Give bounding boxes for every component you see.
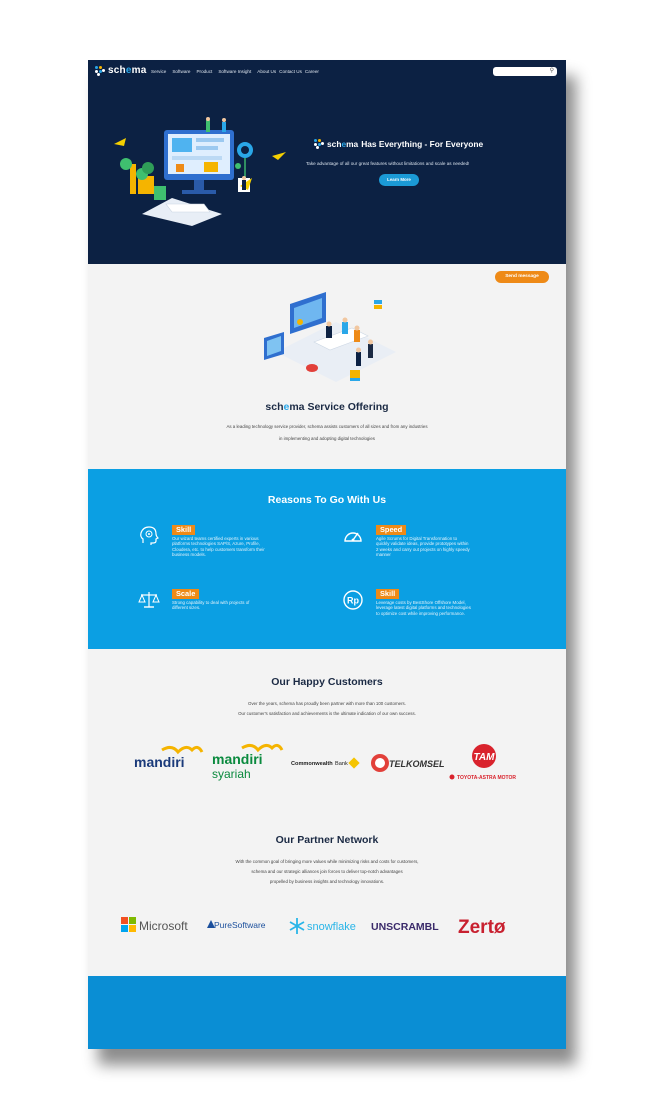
svg-text:Rp: Rp (347, 596, 359, 606)
reason-label: Scale (172, 589, 200, 599)
reason-description: Leverage costs by BestShore Offshore Mod… (376, 600, 471, 616)
customers-line2: Our customer's satisfaction and achievem… (238, 711, 416, 716)
svg-text:UNSCRAMBL: UNSCRAMBL (371, 921, 439, 933)
telkomsel-logo: TELKOMSEL (371, 754, 445, 772)
partners-line2: schema and our strategic alliances join … (251, 869, 403, 874)
nav-item-career[interactable]: Career (305, 69, 319, 74)
svg-text:Commonwealth: Commonwealth (291, 761, 333, 767)
svg-text:Microsoft: Microsoft (139, 919, 188, 933)
mandiri-logo: mandiri (134, 745, 204, 770)
hero-section: schema Service Software Product Software… (88, 60, 566, 264)
logo-mark-icon (314, 139, 324, 149)
reason-label: Skill (172, 525, 196, 535)
learn-more-button[interactable]: Learn More (379, 174, 419, 186)
hero-illustration (114, 117, 286, 226)
customers-line1: Over the years, schema has proudly been … (248, 701, 406, 706)
svg-text:mandiri: mandiri (134, 754, 185, 770)
nav-item-product[interactable]: Product (196, 69, 212, 74)
toyota-astra-motor-logo: TAM TOYOTA-ASTRA MOTOR (449, 744, 516, 781)
reason-description: Strong capability to deal with projects … (172, 600, 250, 611)
nav-menu: Service Software Product Software Insigh… (151, 69, 319, 74)
nav-item-about-us[interactable]: About Us (257, 69, 276, 74)
reason-card-skill: Skill Our wizard teams certified experts… (138, 525, 318, 565)
svg-text:Zertø: Zertø (458, 917, 506, 938)
reason-description: Our wizard teams certified experts in va… (172, 536, 265, 557)
svg-text:syariah: syariah (212, 767, 251, 781)
reasons-title: Reasons To Go With Us (267, 494, 387, 506)
microsoft-logo: Microsoft (121, 917, 188, 933)
rupiah-coin-icon: Rp (343, 590, 363, 610)
nav-item-software-insight[interactable]: Software Insight (218, 69, 251, 74)
partners-line3: propelled by business insights and techn… (269, 879, 385, 884)
svg-text:TELKOMSEL: TELKOMSEL (389, 759, 445, 769)
mandiri-syariah-logo: mandiri syariah (212, 743, 284, 781)
partner-network-title: Our Partner Network (275, 834, 379, 846)
site-logo[interactable]: schema (95, 65, 146, 76)
hero-subtitle: Take advantage of all our great features… (306, 161, 470, 166)
service-illustration (264, 292, 396, 382)
logo-wordmark: schema (108, 65, 147, 76)
puresoftware-logo: PureSoftware (207, 920, 266, 930)
customer-logos: mandiri mandiri syariah Commonwealth Ban… (134, 743, 516, 781)
top-nav: schema Service Software Product Software… (88, 60, 566, 82)
footer (88, 976, 566, 1049)
svg-text:PureSoftware: PureSoftware (214, 920, 266, 930)
service-offering-title: schema Service Offering (265, 401, 389, 413)
svg-text:snowflake: snowflake (307, 921, 356, 933)
hero-title: schema Has Everything - For Everyone (314, 139, 483, 149)
speedometer-icon (344, 532, 362, 542)
brain-head-icon (140, 526, 160, 545)
nav-item-service[interactable]: Service (151, 69, 166, 74)
reason-card-scale: Scale Strong capability to deal with pro… (138, 589, 318, 619)
reason-card-cost: Rp Skill Leverage costs by BestShore Off… (342, 589, 532, 619)
svg-text:TAM: TAM (474, 752, 496, 763)
customers-title: Our Happy Customers (271, 676, 383, 688)
reason-description: Agile Scrums for Digital Transformation … (376, 536, 470, 557)
balance-scale-icon (138, 592, 160, 608)
search-input[interactable]: ⚲ (493, 67, 557, 76)
nav-item-software[interactable]: Software (172, 69, 190, 74)
zerto-logo: Zertø (458, 917, 506, 938)
hero-title-text: Has Everything - For Everyone (361, 139, 484, 149)
service-description-line2: in implementing and adopting digital tec… (279, 436, 375, 441)
search-icon[interactable]: ⚲ (550, 68, 554, 75)
partner-logos: Microsoft PureSoftware snowflake UNSCRAM… (121, 917, 506, 938)
commonwealth-bank-logo: Commonwealth Bank (291, 757, 360, 769)
reason-label: Skill (376, 589, 400, 599)
partners-line1: With the common goal of bringing more va… (235, 859, 419, 864)
reason-card-speed: Speed Agile Scrums for Digital Transform… (342, 525, 532, 565)
svg-text:mandiri: mandiri (212, 751, 263, 767)
service-description-line1: As a leading technology service provider… (226, 424, 428, 429)
svg-text:Bank: Bank (335, 761, 348, 767)
reason-label: Speed (376, 525, 407, 535)
web-page: schema Service Software Product Software… (88, 60, 566, 1049)
logo-mark-icon (95, 65, 105, 76)
nav-item-contact-us[interactable]: Contact Us (279, 69, 302, 74)
reasons-section: Reasons To Go With Us Skill Our wizard t… (88, 469, 566, 649)
unscrambl-logo: UNSCRAMBL (371, 921, 439, 933)
send-message-button[interactable]: Send message (495, 271, 549, 283)
snowflake-logo: snowflake (289, 918, 356, 934)
svg-text:TOYOTA-ASTRA MOTOR: TOYOTA-ASTRA MOTOR (457, 775, 516, 781)
hero-brand: schema (327, 139, 359, 149)
